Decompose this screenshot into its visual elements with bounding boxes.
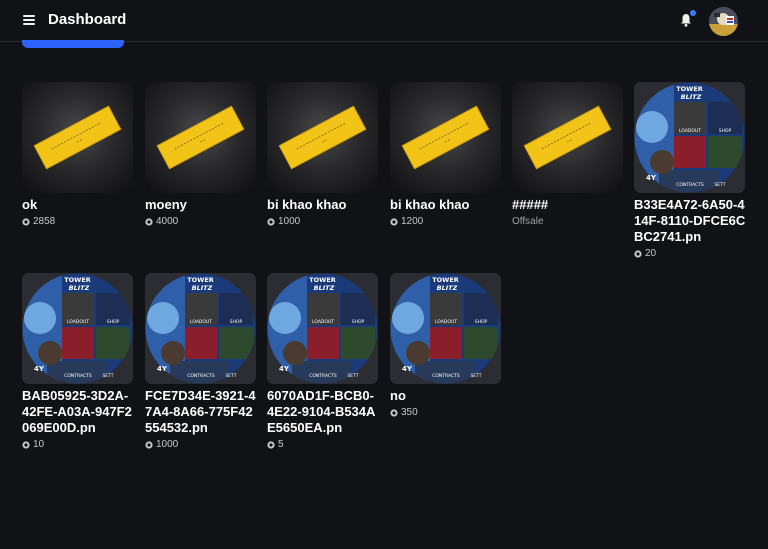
svg-text:BLITZ: BLITZ	[69, 284, 90, 292]
svg-text:SETT: SETT	[714, 182, 725, 188]
svg-text:CONTRACTS: CONTRACTS	[432, 373, 460, 379]
item-name: moeny	[145, 197, 187, 212]
svg-text:LOADOUT: LOADOUT	[67, 319, 89, 325]
hamburger-menu-icon[interactable]	[23, 15, 35, 25]
item-name: no	[390, 388, 406, 403]
item-price-value: 10	[33, 439, 45, 450]
item-card[interactable]: * * ##### Offsale	[512, 82, 624, 227]
item-price-value: 350	[401, 407, 418, 418]
svg-text:CONTRACTS: CONTRACTS	[64, 373, 92, 379]
svg-text:TOWER: TOWER	[187, 276, 214, 284]
user-avatar[interactable]	[709, 7, 738, 36]
item-name: FCE7D34E-3921-47A4-8A66-775F42554532.pn	[145, 388, 256, 435]
svg-text:4Y: 4Y	[646, 174, 657, 182]
item-thumbnail-ticket[interactable]: * *	[145, 82, 256, 193]
item-status: Offsale	[512, 216, 544, 227]
item-price-value: 1000	[156, 439, 179, 450]
svg-text:SHOP: SHOP	[107, 319, 120, 325]
svg-text:BLITZ: BLITZ	[681, 93, 702, 101]
svg-text:LOADOUT: LOADOUT	[190, 319, 212, 325]
currency-icon	[145, 217, 153, 226]
svg-text:TOWER: TOWER	[432, 276, 459, 284]
item-card[interactable]: * * moeny 4000	[145, 82, 257, 227]
item-name: B33E4A72-6A50-414F-8110-DFCE6CBC2741.pn	[634, 197, 746, 244]
currency-icon	[634, 249, 642, 258]
item-name: #####	[512, 197, 549, 212]
svg-text:TOWER: TOWER	[64, 276, 91, 284]
item-thumbnail-ticket[interactable]: * *	[390, 82, 501, 193]
item-name: bi khao khao	[267, 197, 347, 212]
currency-icon	[22, 440, 30, 449]
svg-text:BLITZ: BLITZ	[437, 284, 458, 292]
svg-text:SETT: SETT	[347, 373, 358, 379]
svg-text:SHOP: SHOP	[352, 319, 365, 325]
svg-text:4Y: 4Y	[279, 365, 290, 373]
item-card[interactable]: TOWER BLITZ LOADOUT SHOP CONTRACTS SETT …	[634, 82, 746, 259]
primary-action-button[interactable]	[22, 40, 124, 48]
svg-text:LOADOUT: LOADOUT	[435, 319, 457, 325]
item-card[interactable]: TOWER BLITZ LOADOUT SHOP CONTRACTS SETT …	[145, 273, 257, 450]
item-thumbnail-game-art[interactable]: TOWER BLITZ LOADOUT SHOP CONTRACTS SETT …	[145, 273, 256, 384]
item-name: ok	[22, 197, 38, 212]
item-price: 350	[390, 407, 502, 418]
item-thumbnail-game-art[interactable]: TOWER BLITZ LOADOUT SHOP CONTRACTS SETT …	[634, 82, 745, 193]
item-card[interactable]: * * bi khao khao 1000	[267, 82, 379, 227]
item-price: 1000	[145, 439, 257, 450]
svg-text:SHOP: SHOP	[230, 319, 243, 325]
svg-text:CONTRACTS: CONTRACTS	[676, 182, 704, 188]
currency-icon	[22, 217, 30, 226]
item-price: 1200	[390, 216, 502, 227]
item-price: 1000	[267, 216, 379, 227]
item-price: 2858	[22, 216, 134, 227]
svg-text:SETT: SETT	[470, 373, 481, 379]
svg-text:4Y: 4Y	[34, 365, 45, 373]
currency-icon	[390, 408, 398, 417]
currency-icon	[390, 217, 398, 226]
item-price-value: 5	[278, 439, 284, 450]
currency-icon	[267, 440, 275, 449]
item-thumbnail-game-art[interactable]: TOWER BLITZ LOADOUT SHOP CONTRACTS SETT …	[390, 273, 501, 384]
svg-text:SETT: SETT	[102, 373, 113, 379]
svg-text:LOADOUT: LOADOUT	[679, 128, 701, 134]
svg-text:BLITZ: BLITZ	[192, 284, 213, 292]
item-price-value: 2858	[33, 216, 56, 227]
item-name: 6070AD1F-BCB0-4E22-9104-B534AE5650EA.pn	[267, 388, 376, 435]
item-thumbnail-ticket[interactable]: * *	[267, 82, 378, 193]
item-thumbnail-game-art[interactable]: TOWER BLITZ LOADOUT SHOP CONTRACTS SETT …	[267, 273, 378, 384]
item-price-value: 1200	[401, 216, 424, 227]
svg-text:SHOP: SHOP	[719, 128, 732, 134]
item-price: 5	[267, 439, 379, 450]
currency-icon	[145, 440, 153, 449]
svg-text:TOWER: TOWER	[676, 85, 703, 93]
item-name: bi khao khao	[390, 197, 470, 212]
item-card[interactable]: TOWER BLITZ LOADOUT SHOP CONTRACTS SETT …	[267, 273, 379, 450]
item-price: 20	[634, 248, 746, 259]
item-card[interactable]: TOWER BLITZ LOADOUT SHOP CONTRACTS SETT …	[22, 273, 134, 450]
item-thumbnail-ticket[interactable]: * *	[512, 82, 623, 193]
item-thumbnail-ticket[interactable]: * *	[22, 82, 133, 193]
item-price-value: 20	[645, 248, 657, 259]
top-app-bar: Dashboard	[0, 0, 768, 42]
notification-dot	[690, 10, 696, 16]
item-card[interactable]: TOWER BLITZ LOADOUT SHOP CONTRACTS SETT …	[390, 273, 502, 418]
svg-text:SETT: SETT	[225, 373, 236, 379]
page-title: Dashboard	[48, 11, 127, 28]
svg-text:BLITZ: BLITZ	[314, 284, 335, 292]
svg-text:TOWER: TOWER	[309, 276, 336, 284]
item-price-value: 1000	[278, 216, 301, 227]
svg-text:4Y: 4Y	[402, 365, 413, 373]
svg-text:CONTRACTS: CONTRACTS	[187, 373, 215, 379]
item-card[interactable]: * * bi khao khao 1200	[390, 82, 502, 227]
svg-text:SHOP: SHOP	[475, 319, 488, 325]
item-price: 10	[22, 439, 134, 450]
item-card[interactable]: * * ok 2858	[22, 82, 134, 227]
svg-text:4Y: 4Y	[157, 365, 168, 373]
item-thumbnail-game-art[interactable]: TOWER BLITZ LOADOUT SHOP CONTRACTS SETT …	[22, 273, 133, 384]
item-price: 4000	[145, 216, 257, 227]
currency-icon	[267, 217, 275, 226]
svg-text:LOADOUT: LOADOUT	[312, 319, 334, 325]
item-price-value: 4000	[156, 216, 179, 227]
svg-text:CONTRACTS: CONTRACTS	[309, 373, 337, 379]
item-name: BAB05925-3D2A-42FE-A03A-947F2069E00D.pn	[22, 388, 132, 435]
